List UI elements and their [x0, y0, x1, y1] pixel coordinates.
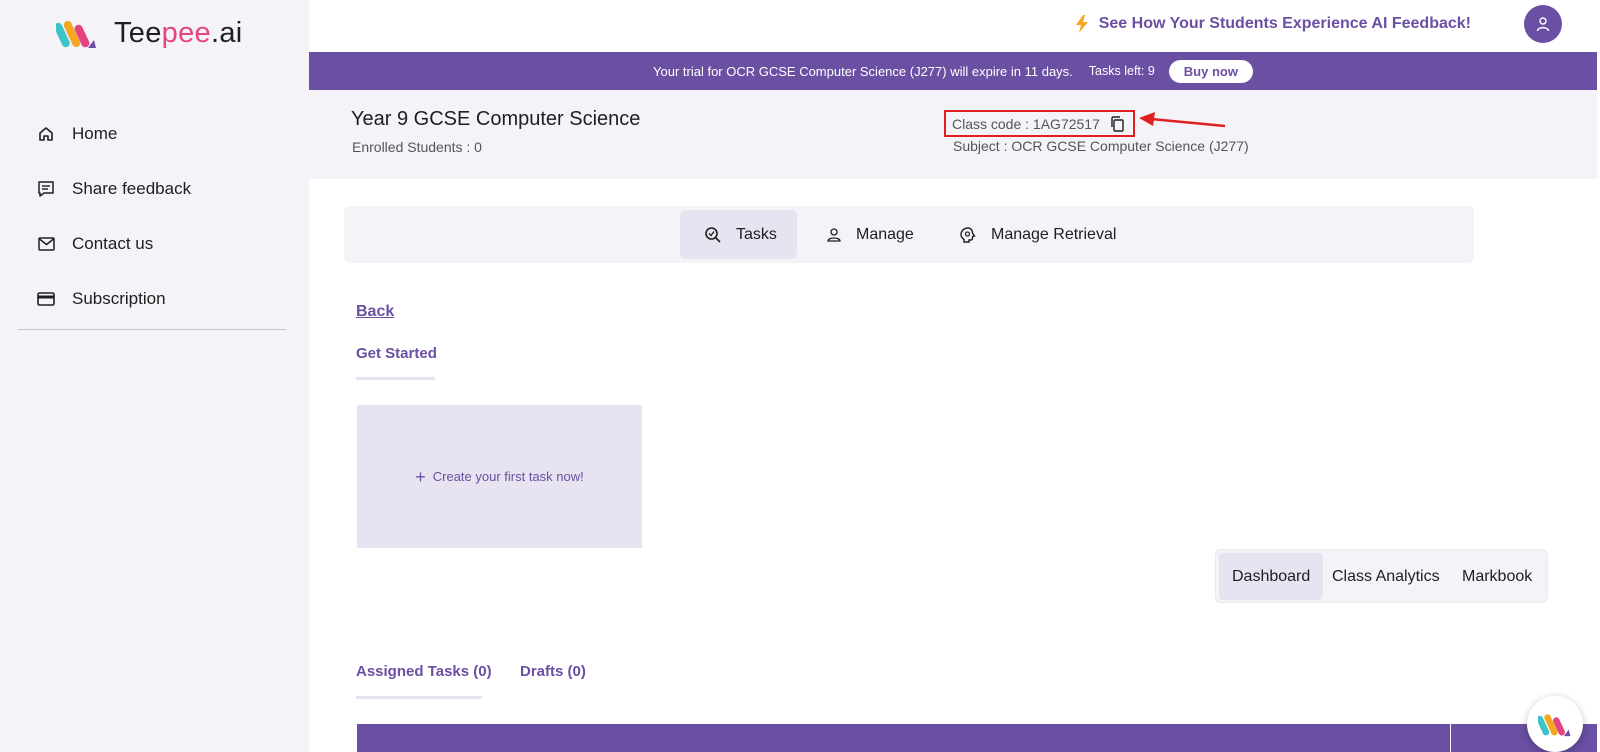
teepee-logo-icon — [1538, 714, 1571, 737]
copy-icon[interactable] — [1110, 115, 1124, 132]
brain-icon — [959, 226, 977, 244]
sidebar: Teepee.ai Home Share feedback Contact us — [0, 0, 309, 752]
trial-message: Your trial for OCR GCSE Computer Science… — [653, 63, 1073, 79]
sidebar-item-contact-us[interactable]: Contact us — [36, 216, 286, 271]
promo-link[interactable]: See How Your Students Experience AI Feed… — [1075, 15, 1471, 33]
mail-icon — [36, 234, 56, 254]
home-icon — [36, 124, 56, 144]
magnify-task-icon — [704, 226, 722, 244]
tab-manage-retrieval[interactable]: Manage Retrieval — [959, 210, 1129, 259]
tab-manage[interactable]: Manage — [826, 210, 926, 259]
tab-label: Tasks — [736, 225, 777, 243]
sidebar-divider — [18, 329, 286, 330]
person-icon — [826, 227, 842, 243]
card-icon — [36, 289, 56, 309]
markbook-button[interactable]: Markbook — [1449, 553, 1545, 600]
class-header: Year 9 GCSE Computer Science Enrolled St… — [309, 90, 1597, 179]
view-switch: Dashboard Class Analytics Markbook — [1215, 549, 1548, 603]
tab-assigned-tasks[interactable]: Assigned Tasks (0) — [356, 663, 492, 680]
tab-label: Manage Retrieval — [991, 225, 1117, 243]
sidebar-item-label: Home — [72, 123, 118, 143]
plus-icon: + — [415, 466, 426, 487]
sidebar-item-label: Share feedback — [72, 178, 192, 198]
sidebar-item-home[interactable]: Home — [36, 106, 286, 161]
get-started-underline — [356, 377, 435, 380]
enrolled-students: Enrolled Students : 0 — [352, 139, 482, 155]
tab-drafts[interactable]: Drafts (0) — [520, 663, 586, 680]
trial-banner: Your trial for OCR GCSE Computer Science… — [309, 52, 1597, 90]
annotation-arrow — [1139, 112, 1226, 128]
page-title: Year 9 GCSE Computer Science — [351, 108, 641, 130]
class-code-text: Class code : 1AG72517 — [952, 115, 1100, 132]
class-subject: Subject : OCR GCSE Computer Science (J27… — [953, 138, 1249, 154]
create-task-card[interactable]: + Create your first task now! — [357, 405, 642, 548]
lightning-icon — [1075, 15, 1088, 33]
promo-text: See How Your Students Experience AI Feed… — [1098, 15, 1471, 32]
create-task-label: Create your first task now! — [432, 469, 584, 484]
user-icon — [1536, 17, 1550, 32]
get-started-tab[interactable]: Get Started — [356, 345, 437, 362]
tasks-table-header — [357, 724, 1597, 752]
teepee-logo-icon — [56, 20, 96, 48]
sidebar-item-share-feedback[interactable]: Share feedback — [36, 161, 286, 216]
class-code: Class code : 1AG72517 — [944, 110, 1135, 137]
assigned-tasks-underline — [356, 696, 482, 699]
tasks-left: Tasks left: 9 — [1088, 64, 1155, 78]
back-link[interactable]: Back — [356, 303, 394, 321]
top-header: See How Your Students Experience AI Feed… — [309, 0, 1600, 52]
feedback-icon — [36, 179, 56, 199]
logo-text: Teepee.ai — [114, 16, 243, 49]
help-chat-button[interactable] — [1527, 696, 1583, 752]
tab-tasks[interactable]: Tasks — [680, 210, 797, 259]
sidebar-item-label: Subscription — [72, 288, 166, 308]
sidebar-nav: Home Share feedback Contact us Subscript… — [36, 106, 286, 326]
sidebar-item-subscription[interactable]: Subscription — [36, 271, 286, 326]
column-divider — [1450, 724, 1451, 752]
dashboard-button[interactable]: Dashboard — [1219, 553, 1324, 600]
sidebar-item-label: Contact us — [72, 233, 154, 253]
avatar[interactable] — [1524, 5, 1562, 43]
tab-label: Manage — [856, 225, 914, 243]
app-root: Teepee.ai Home Share feedback Contact us — [0, 0, 1600, 752]
class-analytics-button[interactable]: Class Analytics — [1319, 553, 1453, 600]
buy-now-button[interactable]: Buy now — [1168, 59, 1253, 83]
logo[interactable]: Teepee.ai — [56, 14, 243, 52]
main-tabs: Tasks Manage Manage Retrieval — [344, 206, 1474, 263]
